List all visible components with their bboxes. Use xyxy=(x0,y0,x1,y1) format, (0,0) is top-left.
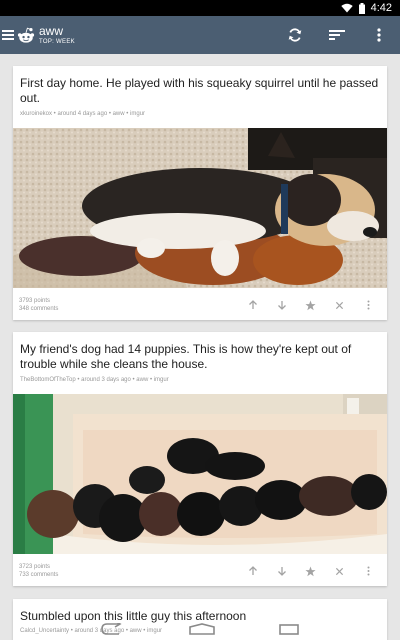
refresh-icon xyxy=(288,28,302,42)
post-actions xyxy=(238,556,383,586)
post-image-puppies-in-tub[interactable] xyxy=(13,394,387,554)
subreddit-title: aww xyxy=(39,24,64,38)
post-footer: 3723 points 733 comments xyxy=(13,556,387,586)
save-button[interactable] xyxy=(296,290,325,320)
sort-button[interactable] xyxy=(316,16,358,54)
close-icon xyxy=(335,567,344,575)
drawer-menu-icon[interactable] xyxy=(2,30,14,40)
reddit-alien-logo-icon[interactable] xyxy=(17,26,35,44)
post-card[interactable]: First day home. He played with his squea… xyxy=(13,66,387,320)
post-points: 3723 points xyxy=(19,564,51,570)
more-vert-icon xyxy=(367,300,370,310)
hide-button[interactable] xyxy=(325,290,354,320)
post-points: 3793 points xyxy=(19,298,51,304)
overflow-menu-button[interactable] xyxy=(358,16,400,54)
downvote-button[interactable] xyxy=(267,290,296,320)
post-image-sleeping-puppy[interactable] xyxy=(13,128,387,288)
post-feed[interactable]: First day home. He played with his squea… xyxy=(0,54,400,640)
recents-icon[interactable] xyxy=(279,623,299,635)
more-vert-icon xyxy=(377,28,381,42)
app-bar-actions xyxy=(274,16,400,54)
downvote-button[interactable] xyxy=(267,556,296,586)
post-title[interactable]: First day home. He played with his squea… xyxy=(13,76,387,106)
arrow-down-icon xyxy=(277,301,286,310)
star-icon xyxy=(305,300,316,310)
star-icon xyxy=(305,566,316,576)
post-stats: 3723 points 733 comments xyxy=(19,563,58,579)
refresh-button[interactable] xyxy=(274,16,316,54)
back-icon[interactable] xyxy=(101,623,125,635)
post-comments-count[interactable]: 348 comments xyxy=(19,305,58,313)
post-card[interactable]: My friend's dog had 14 puppies. This is … xyxy=(13,332,387,586)
home-icon[interactable] xyxy=(189,623,215,635)
arrow-down-icon xyxy=(277,567,286,576)
system-nav-bar xyxy=(0,618,400,640)
close-icon xyxy=(335,301,344,309)
upvote-button[interactable] xyxy=(238,290,267,320)
subreddit-title-block[interactable]: aww TOP: WEEK xyxy=(39,25,75,45)
sort-subtitle: TOP: WEEK xyxy=(39,39,75,45)
post-stats: 3793 points 348 comments xyxy=(19,297,58,313)
sort-icon xyxy=(329,30,345,40)
post-meta: TheBottomOfTheTop • around 3 days ago • … xyxy=(20,377,169,383)
wifi-icon xyxy=(340,3,353,13)
post-meta: xkuroinekox • around 4 days ago • aww • … xyxy=(20,111,146,117)
status-time: 4:42 xyxy=(370,2,392,14)
post-overflow-button[interactable] xyxy=(354,556,383,586)
arrow-up-icon xyxy=(248,566,257,575)
save-button[interactable] xyxy=(296,556,325,586)
hide-button[interactable] xyxy=(325,556,354,586)
post-comments-count[interactable]: 733 comments xyxy=(19,571,58,579)
more-vert-icon xyxy=(367,566,370,576)
post-actions xyxy=(238,290,383,320)
app-bar: aww TOP: WEEK xyxy=(0,16,400,54)
post-footer: 3793 points 348 comments xyxy=(13,290,387,320)
battery-icon xyxy=(358,2,365,14)
upvote-button[interactable] xyxy=(238,556,267,586)
post-title[interactable]: My friend's dog had 14 puppies. This is … xyxy=(13,342,387,372)
post-overflow-button[interactable] xyxy=(354,290,383,320)
status-bar: 4:42 xyxy=(0,0,400,16)
arrow-up-icon xyxy=(248,300,257,309)
